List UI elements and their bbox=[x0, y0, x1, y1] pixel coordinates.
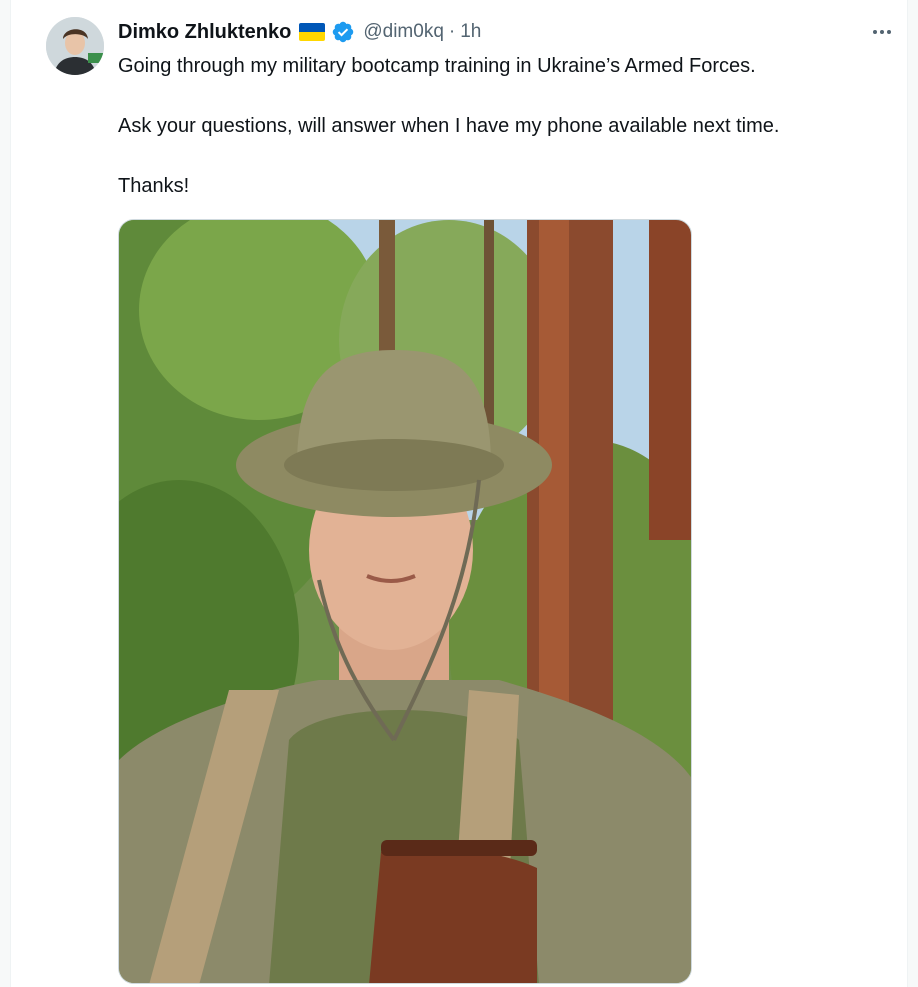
photo-soldier-in-forest bbox=[119, 220, 691, 983]
tweet-timestamp[interactable]: 1h bbox=[460, 21, 481, 43]
author-handle[interactable]: @dim0kq bbox=[363, 21, 444, 43]
tweet-photo[interactable] bbox=[118, 219, 692, 984]
more-options-icon[interactable] bbox=[867, 20, 897, 44]
avatar[interactable] bbox=[46, 17, 104, 75]
tweet-text-line-2: Ask your questions, will answer when I h… bbox=[118, 115, 780, 137]
tweet-text-line-3: Thanks! bbox=[118, 175, 190, 197]
tweet-text-line-1: Going through my military bootcamp train… bbox=[118, 55, 756, 77]
verified-badge-icon[interactable] bbox=[331, 20, 355, 44]
separator-dot: · bbox=[448, 21, 456, 42]
avatar-image bbox=[46, 17, 104, 75]
tweet-card[interactable]: Dimko Zhluktenko @dim0kq · 1h Going thro… bbox=[10, 0, 908, 987]
author-name[interactable]: Dimko Zhluktenko bbox=[118, 21, 291, 44]
tweet-header: Dimko Zhluktenko @dim0kq · 1h bbox=[118, 18, 481, 46]
ukraine-flag-icon bbox=[299, 23, 326, 41]
